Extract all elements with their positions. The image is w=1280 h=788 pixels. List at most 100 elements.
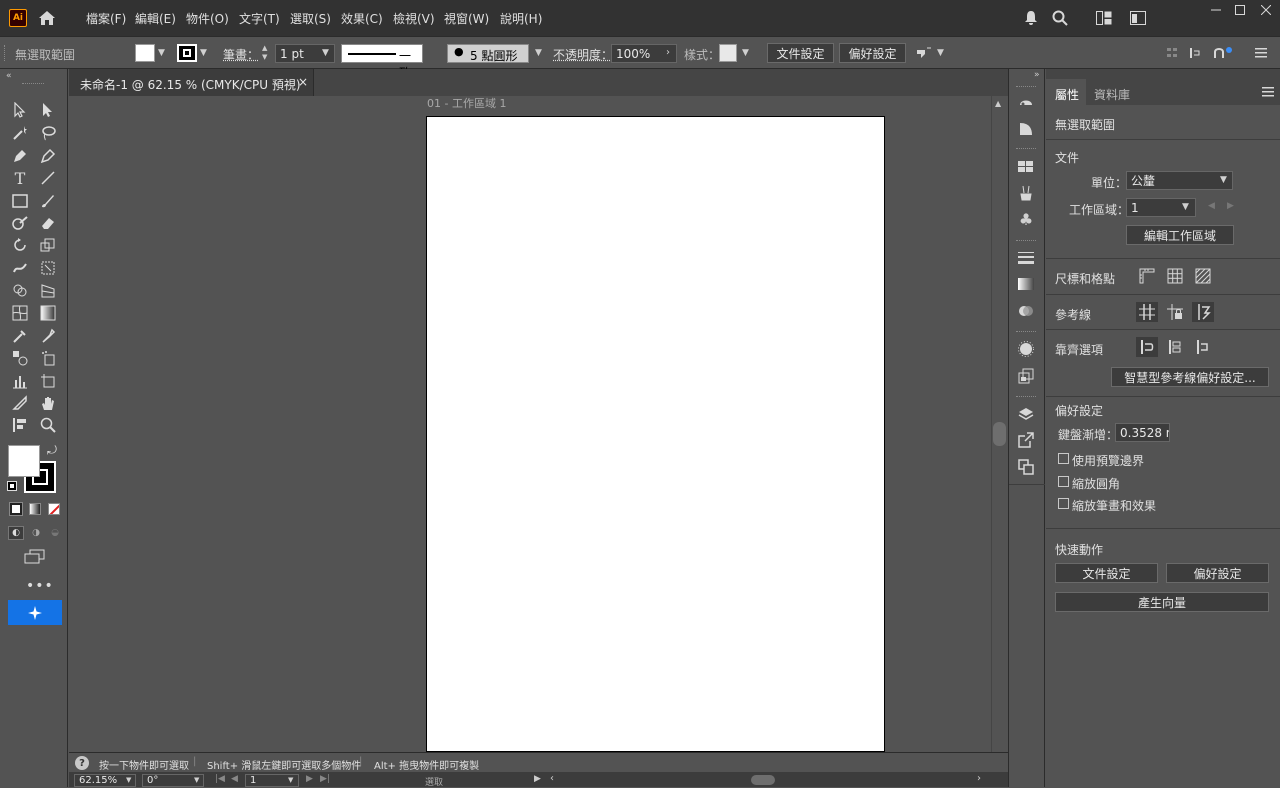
stroke-swatch[interactable] bbox=[177, 44, 197, 62]
rectangle-tool-icon[interactable] bbox=[10, 191, 30, 211]
chevron-down-icon[interactable]: ▼ bbox=[126, 776, 131, 784]
collapse-toolbar-icon[interactable]: « bbox=[6, 71, 12, 81]
snap-point-icon[interactable] bbox=[1188, 45, 1204, 61]
menu-type[interactable]: 文字(T) bbox=[239, 10, 280, 27]
measure-tool-icon[interactable] bbox=[38, 326, 58, 346]
fill-color-swatch[interactable] bbox=[8, 445, 40, 477]
scroll-up-icon[interactable]: ▲ bbox=[995, 99, 1001, 108]
menu-window[interactable]: 視窗(W) bbox=[444, 10, 489, 27]
toolbar-grip[interactable] bbox=[22, 83, 44, 85]
draw-inside-icon[interactable]: ◒ bbox=[47, 526, 63, 540]
pen-tool-icon[interactable] bbox=[10, 146, 30, 166]
shaper-tool-icon[interactable] bbox=[10, 213, 30, 233]
scale-corners-checkbox[interactable] bbox=[1058, 476, 1069, 487]
export-icon[interactable] bbox=[1016, 431, 1036, 449]
transparency-grid-icon[interactable] bbox=[1193, 267, 1213, 285]
hand-tool-icon[interactable] bbox=[38, 393, 58, 413]
next-artboard-icon[interactable]: ▶ bbox=[1227, 201, 1234, 211]
keyboard-increment-field[interactable]: 0.3528 m bbox=[1115, 423, 1170, 442]
draw-normal-icon[interactable]: ◐ bbox=[8, 526, 24, 540]
color-icon[interactable] bbox=[1016, 120, 1036, 138]
zoom-tool-icon[interactable] bbox=[38, 415, 58, 435]
quick-preferences-button[interactable]: 偏好設定 bbox=[1166, 563, 1269, 583]
rotate-tool-icon[interactable] bbox=[10, 235, 30, 255]
menu-edit[interactable]: 編輯(E) bbox=[135, 10, 176, 27]
magic-wand-tool-icon[interactable] bbox=[10, 123, 30, 143]
menu-view[interactable]: 檢視(V) bbox=[393, 10, 435, 27]
chevron-down-icon[interactable]: ▼ bbox=[535, 48, 542, 58]
chevron-right-icon[interactable]: › bbox=[666, 47, 670, 58]
fill-swatch[interactable] bbox=[135, 44, 155, 62]
document-setup-button[interactable]: 文件設定 bbox=[767, 43, 834, 63]
chevron-down-icon[interactable]: ▼ bbox=[937, 48, 944, 58]
artboard-tool-icon[interactable] bbox=[38, 371, 58, 391]
status-menu-icon[interactable]: ▶ bbox=[534, 774, 541, 784]
prev-artboard-icon[interactable]: ◀ bbox=[231, 774, 238, 784]
artboards-panel-icon[interactable] bbox=[1016, 458, 1036, 476]
free-transform-tool-icon[interactable] bbox=[38, 258, 58, 278]
tab-libraries[interactable]: 資料庫 bbox=[1094, 86, 1130, 103]
line-style-dropdown[interactable]: 一致 bbox=[341, 44, 423, 80]
style-swatch[interactable] bbox=[719, 44, 737, 62]
grid-icon[interactable] bbox=[1165, 267, 1185, 285]
graphic-styles-icon[interactable] bbox=[1016, 367, 1036, 385]
strip-grip[interactable] bbox=[1016, 86, 1036, 87]
snap-options-icon[interactable] bbox=[1212, 45, 1234, 61]
color-guide-icon[interactable] bbox=[1016, 93, 1036, 111]
chevron-down-icon[interactable]: ▼ bbox=[288, 776, 293, 784]
minimize-icon[interactable] bbox=[1204, 0, 1228, 20]
stroke-weight-stepper[interactable]: ▲ ▼ bbox=[262, 44, 273, 62]
show-guides-icon[interactable] bbox=[1136, 302, 1158, 322]
chevron-down-icon[interactable]: ▼ bbox=[158, 48, 165, 58]
bell-icon[interactable] bbox=[1022, 9, 1040, 27]
last-artboard-icon[interactable]: ▶| bbox=[320, 774, 330, 784]
scale-strokes-label[interactable]: 縮放筆畫和效果 bbox=[1072, 497, 1156, 514]
direct-selection-tool-icon[interactable] bbox=[38, 100, 58, 120]
scale-strokes-checkbox[interactable] bbox=[1058, 498, 1069, 509]
chevron-down-icon[interactable]: ▼ bbox=[194, 776, 199, 784]
default-fill-stroke-icon[interactable] bbox=[7, 481, 17, 491]
search-icon[interactable] bbox=[1051, 9, 1069, 27]
quick-document-setup-button[interactable]: 文件設定 bbox=[1055, 563, 1158, 583]
pin-icon[interactable] bbox=[913, 45, 935, 63]
close-icon[interactable] bbox=[1254, 0, 1278, 20]
screen-mode-icon[interactable] bbox=[24, 549, 46, 565]
chevron-down-icon[interactable]: ▼ bbox=[322, 48, 329, 58]
snap-to-pixel-icon[interactable] bbox=[1192, 337, 1214, 357]
scroll-right-icon[interactable]: › bbox=[977, 773, 981, 784]
color-mode-icon[interactable] bbox=[9, 502, 23, 516]
scale-corners-label[interactable]: 縮放圓角 bbox=[1072, 475, 1120, 492]
generative-ai-button[interactable] bbox=[8, 600, 62, 625]
stroke-panel-icon[interactable] bbox=[1016, 249, 1036, 267]
units-dropdown[interactable]: 公釐 bbox=[1126, 171, 1233, 190]
menu-effect[interactable]: 效果(C) bbox=[341, 10, 383, 27]
artboard-label[interactable]: 01 - 工作區域 1 bbox=[427, 95, 506, 111]
blend-tool-icon[interactable] bbox=[10, 348, 30, 368]
mesh-tool-icon[interactable] bbox=[10, 303, 30, 323]
chevron-down-icon[interactable]: ▼ bbox=[1182, 202, 1189, 212]
workspace-switcher-icon[interactable] bbox=[1095, 9, 1113, 27]
symbols-icon[interactable]: ♣ bbox=[1016, 210, 1036, 229]
line-tool-icon[interactable] bbox=[38, 168, 58, 188]
edit-artboards-button[interactable]: 編輯工作區域 bbox=[1126, 225, 1234, 245]
swap-fill-stroke-icon[interactable]: ⤾ bbox=[47, 443, 57, 458]
panel-menu-icon[interactable] bbox=[1262, 86, 1274, 98]
document-tab[interactable]: 未命名-1 @ 62.15 % (CMYK/CPU 預視) × bbox=[69, 69, 314, 96]
maximize-icon[interactable] bbox=[1228, 0, 1252, 20]
scroll-left-icon[interactable]: ‹ bbox=[550, 773, 554, 784]
edit-toolbar-icon[interactable]: ••• bbox=[26, 578, 54, 594]
none-mode-icon[interactable] bbox=[48, 503, 60, 515]
close-tab-icon[interactable]: × bbox=[298, 75, 308, 89]
preview-bounds-label[interactable]: 使用預覽邊界 bbox=[1072, 452, 1144, 469]
preferences-button[interactable]: 偏好設定 bbox=[839, 43, 906, 63]
draw-behind-icon[interactable]: ◑ bbox=[28, 526, 44, 540]
snap-to-grid-icon[interactable] bbox=[1164, 337, 1186, 357]
home-icon[interactable] bbox=[36, 8, 58, 28]
scroll-thumb[interactable] bbox=[993, 422, 1006, 446]
artboard-order-icon[interactable] bbox=[10, 415, 30, 435]
type-tool-icon[interactable]: T bbox=[10, 168, 30, 188]
brush-dropdown[interactable]: ● 5 點圓形 bbox=[447, 44, 529, 63]
artboard[interactable] bbox=[426, 116, 885, 752]
lasso-tool-icon[interactable] bbox=[38, 123, 58, 143]
prev-artboard-icon[interactable]: ◀ bbox=[1208, 201, 1215, 211]
